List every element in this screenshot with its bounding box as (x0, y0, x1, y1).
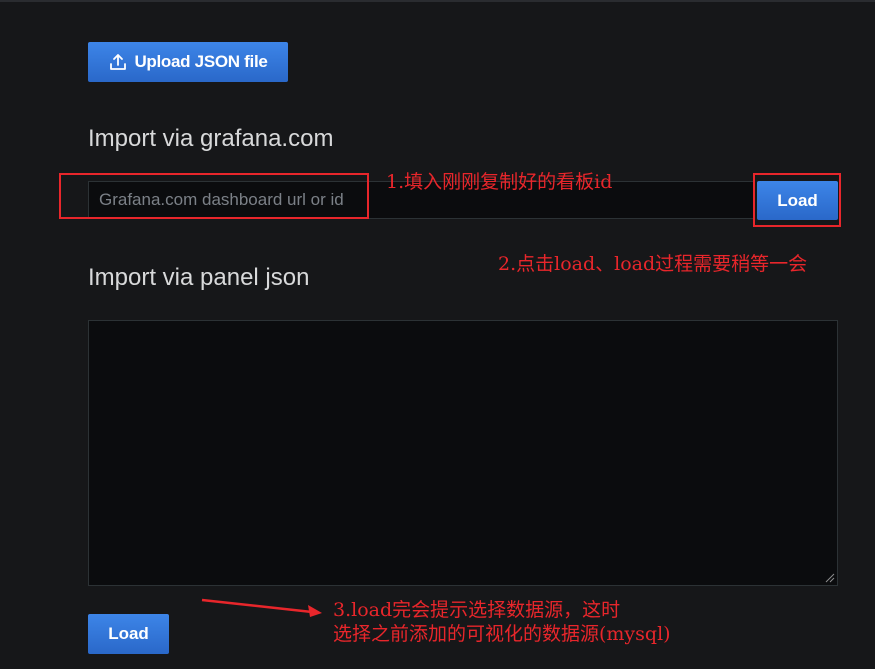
annotation-arrow-icon (201, 598, 322, 617)
upload-json-button[interactable]: Upload JSON file (88, 42, 288, 82)
panel-json-textarea[interactable] (88, 320, 838, 586)
import-panel-json-title: Import via panel json (88, 264, 310, 291)
annotation-box-input (59, 173, 369, 219)
upload-icon (108, 52, 128, 72)
panel-json-load-button[interactable]: Load (88, 614, 169, 654)
annotation-step2: 2.点击load、load过程需要稍等一会 (498, 253, 808, 275)
annotation-step3-line1: 3.load完会提示选择数据源，这时 (333, 599, 621, 621)
import-grafana-title: Import via grafana.com (88, 125, 334, 152)
annotation-step1: 1.填入刚刚复制好的看板id (386, 171, 613, 193)
annotation-box-load (753, 173, 841, 227)
annotation-step3-line2: 选择之前添加的可视化的数据源(mysql) (333, 623, 671, 645)
resize-handle-icon[interactable] (825, 573, 835, 583)
upload-json-label: Upload JSON file (134, 52, 268, 71)
top-border (0, 0, 875, 2)
